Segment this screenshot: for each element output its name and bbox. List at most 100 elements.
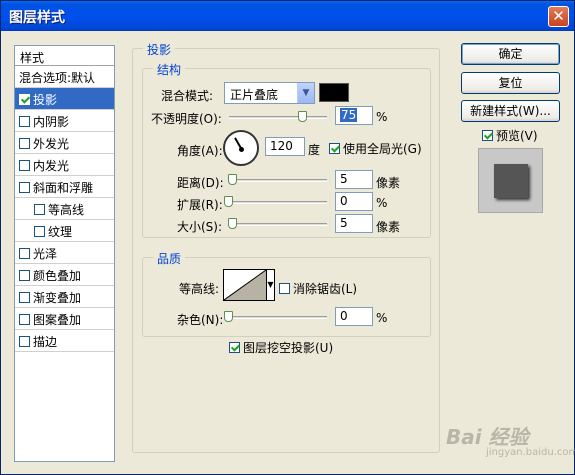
style-item-label: 颜色叠加 bbox=[33, 269, 82, 283]
spread-input[interactable]: 0 bbox=[335, 192, 373, 211]
checkbox-icon[interactable] bbox=[19, 314, 30, 325]
style-item[interactable]: 纹理 bbox=[15, 220, 114, 242]
size-slider-thumb[interactable] bbox=[228, 218, 237, 229]
noise-slider[interactable] bbox=[229, 316, 327, 319]
watermark-main: Bai 经验 bbox=[446, 425, 529, 449]
checkbox-icon[interactable] bbox=[34, 226, 45, 237]
preview-checkbox[interactable]: 预览(V) bbox=[482, 127, 538, 144]
size-input[interactable]: 5 bbox=[335, 214, 373, 233]
distance-label: 距离(D): bbox=[177, 176, 224, 190]
style-item[interactable]: 图案叠加 bbox=[15, 308, 114, 330]
style-preview bbox=[478, 148, 543, 213]
knockout-label: 图层挖空投影(U) bbox=[243, 341, 334, 355]
style-item-label: 内阴影 bbox=[33, 115, 70, 129]
size-slider[interactable] bbox=[229, 223, 327, 226]
antialias-check-icon bbox=[279, 283, 290, 294]
distance-value: 5 bbox=[340, 172, 348, 186]
spread-slider-thumb[interactable] bbox=[224, 196, 233, 207]
checkbox-icon[interactable] bbox=[19, 160, 30, 171]
preview-label: 预览(V) bbox=[496, 129, 538, 143]
distance-slider-thumb[interactable] bbox=[228, 174, 237, 185]
checkbox-icon[interactable] bbox=[19, 116, 30, 127]
global-light-check-icon bbox=[329, 143, 340, 154]
style-item[interactable]: 斜面和浮雕 bbox=[15, 176, 114, 198]
style-list: 样式 混合选项:默认 投影内阴影外发光内发光斜面和浮雕等高线纹理光泽颜色叠加渐变… bbox=[14, 45, 115, 462]
style-item-label: 等高线 bbox=[48, 203, 85, 217]
contour-dropdown[interactable]: ▼ bbox=[267, 269, 275, 301]
checkbox-icon[interactable] bbox=[19, 182, 30, 193]
structure-title: 结构 bbox=[153, 61, 186, 78]
antialias-label: 消除锯齿(L) bbox=[293, 282, 358, 296]
style-list-header[interactable]: 样式 bbox=[15, 46, 114, 66]
distance-input[interactable]: 5 bbox=[335, 170, 373, 189]
style-item[interactable]: 外发光 bbox=[15, 132, 114, 154]
noise-input[interactable]: 0 bbox=[335, 307, 373, 326]
angle-dial[interactable] bbox=[223, 130, 259, 166]
spread-slider[interactable] bbox=[229, 201, 327, 204]
new-style-button[interactable]: 新建样式(W)... bbox=[461, 100, 560, 122]
style-item-label: 纹理 bbox=[48, 225, 73, 239]
blend-mode-label: 混合模式: bbox=[161, 89, 214, 103]
close-button[interactable]: ✕ bbox=[548, 6, 569, 27]
angle-input[interactable]: 120 bbox=[265, 137, 305, 156]
noise-slider-thumb[interactable] bbox=[224, 311, 233, 322]
checkbox-icon[interactable] bbox=[19, 94, 30, 105]
window-title: 图层样式 bbox=[9, 10, 65, 26]
blend-mode-select[interactable]: 正片叠底 ▼ bbox=[224, 82, 315, 104]
style-item-label: 图案叠加 bbox=[33, 313, 82, 327]
contour-label: 等高线: bbox=[179, 282, 220, 296]
checkbox-icon[interactable] bbox=[19, 248, 30, 259]
title-bar[interactable]: 图层样式 ✕ bbox=[1, 1, 574, 31]
style-item-label: 内发光 bbox=[33, 159, 70, 173]
size-unit: 像素 bbox=[376, 220, 401, 234]
contour-curve-icon bbox=[223, 269, 267, 301]
quality-title: 品质 bbox=[153, 250, 186, 267]
size-label: 大小(S): bbox=[177, 220, 223, 234]
chevron-down-icon: ▼ bbox=[267, 280, 274, 289]
spread-label: 扩展(R): bbox=[177, 198, 223, 212]
opacity-input[interactable]: 75 bbox=[335, 106, 373, 125]
checkbox-icon[interactable] bbox=[19, 292, 30, 303]
shadow-color-swatch[interactable] bbox=[319, 83, 349, 102]
opacity-label: 不透明度(O): bbox=[151, 112, 222, 126]
watermark-sub: jingyan.baidu.com bbox=[486, 447, 575, 458]
antialias-checkbox[interactable]: 消除锯齿(L) bbox=[279, 280, 357, 297]
style-item-label: 描边 bbox=[33, 335, 58, 349]
distance-slider[interactable] bbox=[229, 179, 327, 182]
baidu-watermark: Bai 经验 jingyan.baidu.com bbox=[446, 421, 575, 458]
style-item[interactable]: 等高线 bbox=[15, 198, 114, 220]
style-item-label: 外发光 bbox=[33, 137, 70, 151]
opacity-slider-thumb[interactable] bbox=[298, 111, 307, 122]
global-light-label: 使用全局光(G) bbox=[343, 142, 422, 156]
style-item[interactable]: 投影 bbox=[15, 88, 114, 110]
style-item[interactable]: 内阴影 bbox=[15, 110, 114, 132]
distance-unit: 像素 bbox=[376, 176, 401, 190]
style-item[interactable]: 内发光 bbox=[15, 154, 114, 176]
opacity-unit: % bbox=[376, 110, 388, 124]
style-item[interactable]: 渐变叠加 bbox=[15, 286, 114, 308]
style-item-label: 渐变叠加 bbox=[33, 291, 82, 305]
noise-unit: % bbox=[376, 311, 388, 325]
knockout-checkbox[interactable]: 图层挖空投影(U) bbox=[229, 339, 333, 356]
checkbox-icon[interactable] bbox=[19, 270, 30, 281]
angle-value: 120 bbox=[270, 139, 293, 153]
dialog-body: 样式 混合选项:默认 投影内阴影外发光内发光斜面和浮雕等高线纹理光泽颜色叠加渐变… bbox=[1, 31, 575, 474]
layer-style-dialog: 图层样式 ✕ 样式 混合选项:默认 投影内阴影外发光内发光斜面和浮雕等高线纹理光… bbox=[0, 0, 575, 475]
reset-button[interactable]: 复位 bbox=[461, 72, 560, 94]
style-item[interactable]: 描边 bbox=[15, 330, 114, 352]
contour-picker[interactable] bbox=[223, 269, 267, 301]
checkbox-icon[interactable] bbox=[19, 138, 30, 149]
spread-value: 0 bbox=[340, 194, 348, 208]
style-item[interactable]: 颜色叠加 bbox=[15, 264, 114, 286]
angle-center-dot bbox=[239, 147, 244, 152]
checkbox-icon[interactable] bbox=[19, 336, 30, 347]
drop-shadow-title: 投影 bbox=[143, 41, 176, 58]
global-light-checkbox[interactable]: 使用全局光(G) bbox=[329, 140, 422, 157]
angle-label: 角度(A): bbox=[177, 144, 223, 158]
checkbox-icon[interactable] bbox=[34, 204, 45, 215]
opacity-slider[interactable] bbox=[229, 116, 327, 119]
noise-value: 0 bbox=[340, 309, 348, 323]
ok-button[interactable]: 确定 bbox=[461, 43, 560, 65]
style-item[interactable]: 光泽 bbox=[15, 242, 114, 264]
blend-options-item[interactable]: 混合选项:默认 bbox=[15, 66, 114, 88]
